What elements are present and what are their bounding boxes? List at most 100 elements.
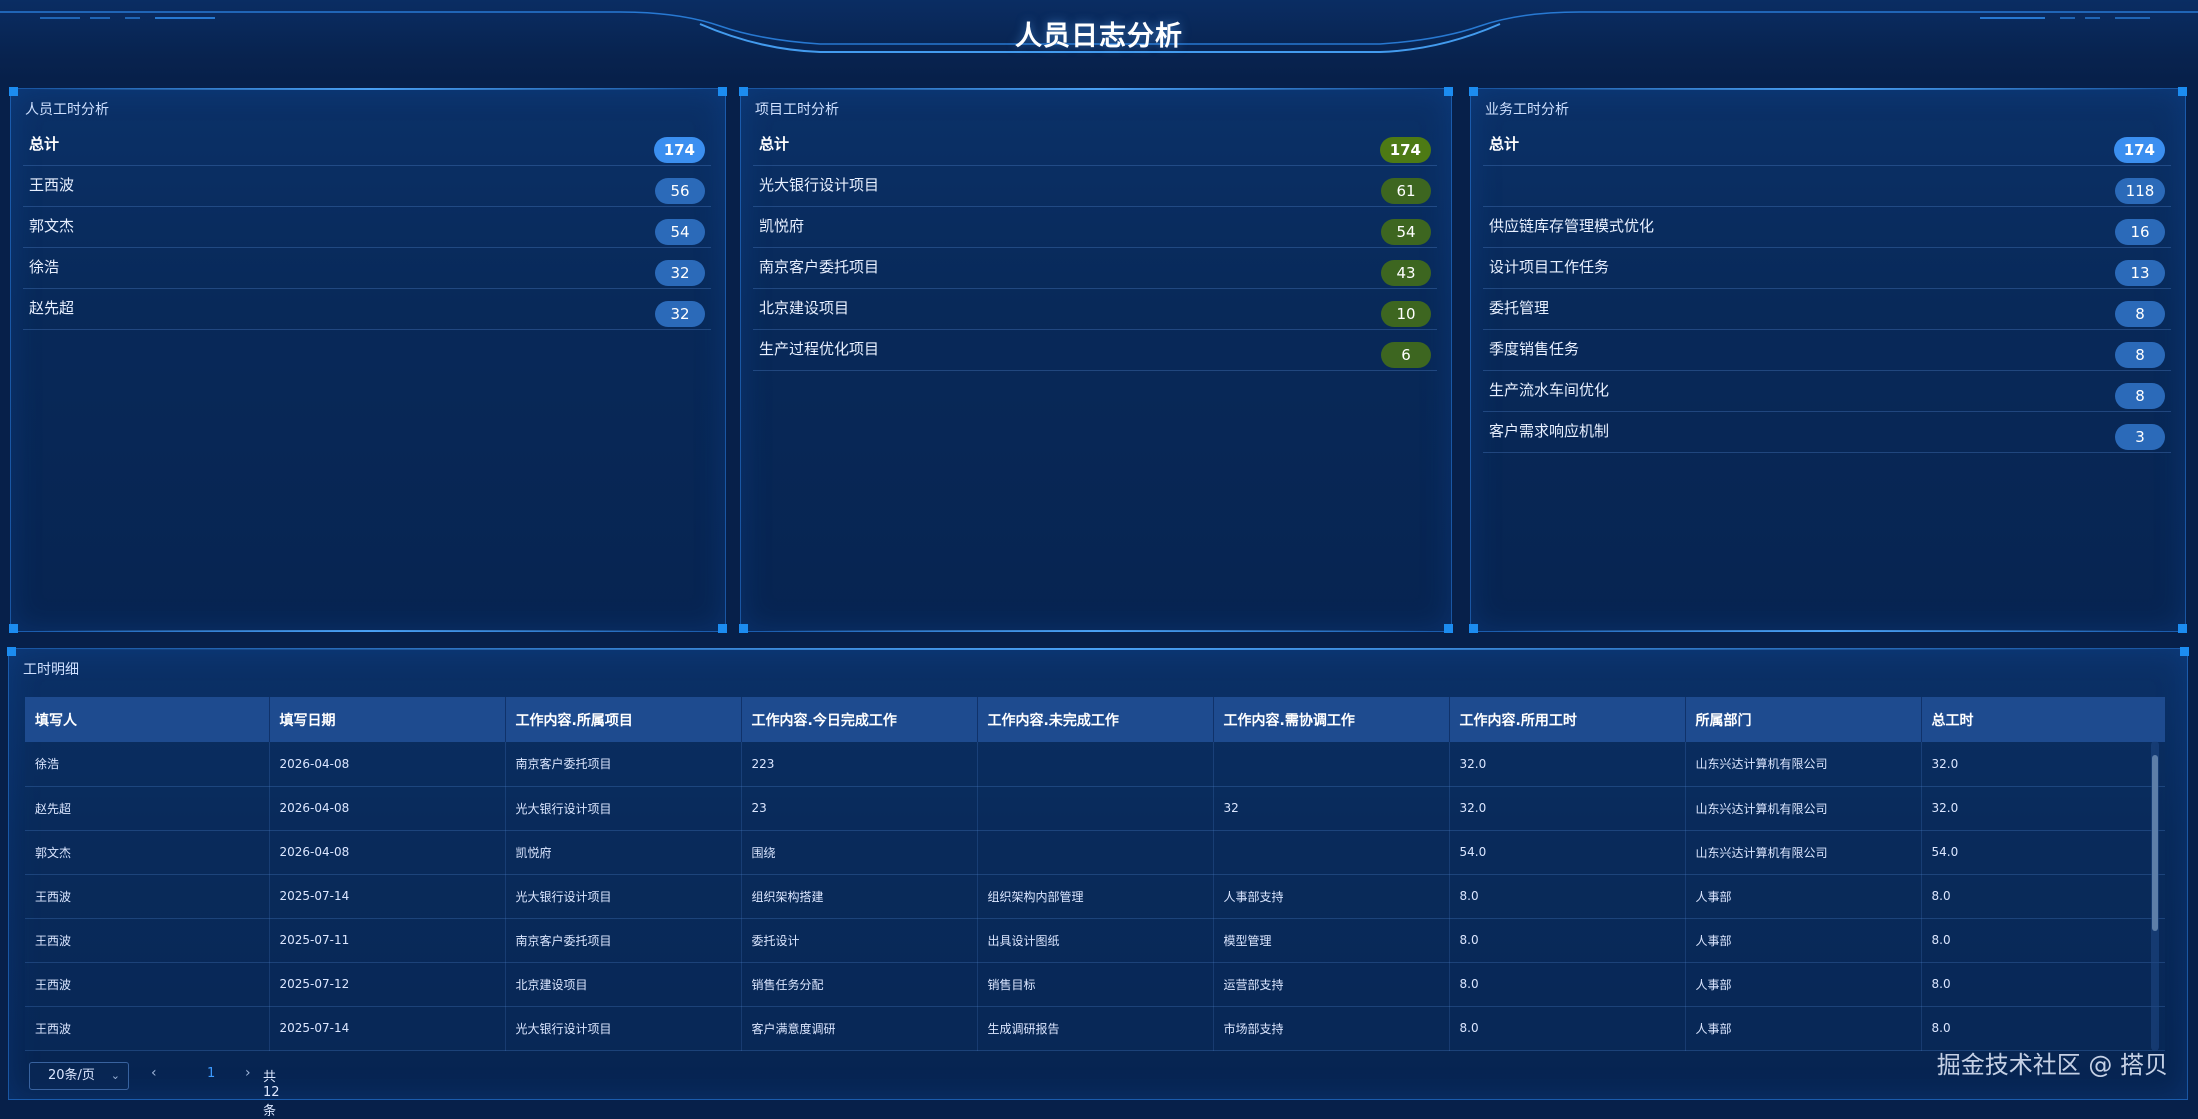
column-header[interactable]: 工作内容.未完成工作: [977, 697, 1213, 742]
table-cell: 光大银行设计项目: [505, 874, 741, 918]
column-header[interactable]: 工作内容.今日完成工作: [741, 697, 977, 742]
page-number-button[interactable]: 1: [207, 1066, 215, 1081]
table-cell: 32.0: [1921, 742, 2165, 786]
panel-glow: [1491, 630, 2165, 632]
table-row[interactable]: 徐浩 2026-04-08 南京客户委托项目 223 32.0 山东兴达计算机有…: [25, 742, 2165, 786]
table-cell: 223: [741, 742, 977, 786]
table-row[interactable]: 王西波 2025-07-14 光大银行设计项目 组织架构搭建 组织架构内部管理 …: [25, 874, 2165, 918]
table-cell: 凯悦府: [505, 830, 741, 874]
table-row[interactable]: 王西波 2025-07-14 光大银行设计项目 客户满意度调研 生成调研报告 市…: [25, 1006, 2165, 1050]
item-label: 郭文杰: [29, 215, 74, 236]
count-badge: 32: [655, 301, 705, 327]
table-cell: 人事部: [1685, 874, 1921, 918]
column-header[interactable]: 所属部门: [1685, 697, 1921, 742]
column-header[interactable]: 工作内容.所属项目: [505, 697, 741, 742]
list-item: 生产流水车间优化 8: [1483, 371, 2171, 412]
table-cell: 生成调研报告: [977, 1006, 1213, 1050]
count-badge: 54: [655, 219, 705, 245]
column-header[interactable]: 填写人: [25, 697, 269, 742]
table-cell: 8.0: [1449, 962, 1685, 1006]
page-header: 人员日志分析: [0, 0, 2198, 80]
table-cell: 出具设计图纸: [977, 918, 1213, 962]
count-badge: 3: [2115, 424, 2165, 450]
table-row[interactable]: 赵先超 2026-04-08 光大银行设计项目 23 32 32.0 山东兴达计…: [25, 786, 2165, 830]
page-size-select[interactable]: 20条/页 ⌄: [29, 1062, 129, 1090]
item-label: 客户需求响应机制: [1489, 420, 1609, 441]
next-page-button[interactable]: ›: [245, 1065, 251, 1081]
list-item: 生产过程优化项目 6: [753, 330, 1437, 371]
table-cell: 8.0: [1921, 918, 2165, 962]
table-cell: 人事部: [1685, 1006, 1921, 1050]
table-row[interactable]: 王西波 2025-07-12 北京建设项目 销售任务分配 销售目标 运营部支持 …: [25, 962, 2165, 1006]
table-cell: [977, 786, 1213, 830]
business-hours-panel: 业务工时分析 总计 174 118 供应链库存管理模式优化 16 设计项目工作任…: [1470, 88, 2186, 632]
corner-decoration: [739, 624, 748, 633]
table-cell: 销售目标: [977, 962, 1213, 1006]
count-badge: 8: [2115, 383, 2165, 409]
item-label: 光大银行设计项目: [759, 174, 879, 195]
item-label: 季度销售任务: [1489, 338, 1579, 359]
list-item: 王西波 56: [23, 166, 711, 207]
table-cell: 市场部支持: [1213, 1006, 1449, 1050]
person-hours-list: 总计 174 王西波 56 郭文杰 54 徐浩 32 赵先超 32: [23, 125, 711, 330]
table-cell: 人事部支持: [1213, 874, 1449, 918]
table-cell: 客户满意度调研: [741, 1006, 977, 1050]
corner-decoration: [9, 624, 18, 633]
corner-decoration: [718, 87, 727, 96]
column-header[interactable]: 填写日期: [269, 697, 505, 742]
list-item: 南京客户委托项目 43: [753, 248, 1437, 289]
project-hours-list: 总计 174 光大银行设计项目 61 凯悦府 54 南京客户委托项目 43 北京…: [753, 125, 1437, 371]
table-cell: 32.0: [1449, 786, 1685, 830]
count-badge: 174: [1380, 137, 1431, 163]
table-cell: [1213, 742, 1449, 786]
table-cell: 2026-04-08: [269, 830, 505, 874]
list-item: 凯悦府 54: [753, 207, 1437, 248]
count-badge: 6: [1381, 342, 1431, 368]
table-cell: 模型管理: [1213, 918, 1449, 962]
page-size-value: 20条/页: [48, 1068, 95, 1083]
table-cell: 王西波: [25, 874, 269, 918]
scrollbar-thumb[interactable]: [2152, 755, 2158, 931]
panel-title: 人员工时分析: [25, 99, 109, 119]
table-cell: 2025-07-14: [269, 874, 505, 918]
list-item: 赵先超 32: [23, 289, 711, 330]
person-hours-panel: 人员工时分析 总计 174 王西波 56 郭文杰 54 徐浩 32 赵先超 32: [10, 88, 726, 632]
count-badge: 13: [2115, 260, 2165, 286]
column-header[interactable]: 总工时: [1921, 697, 2165, 742]
column-header[interactable]: 工作内容.需协调工作: [1213, 697, 1449, 742]
table-cell: 委托设计: [741, 918, 977, 962]
count-badge: 118: [2115, 178, 2165, 204]
table-cell: 销售任务分配: [741, 962, 977, 1006]
table-cell: 8.0: [1921, 874, 2165, 918]
count-badge: 54: [1381, 219, 1431, 245]
table-cell: 山东兴达计算机有限公司: [1685, 786, 1921, 830]
table-cell: 人事部: [1685, 962, 1921, 1006]
table-cell: 23: [741, 786, 977, 830]
item-label: 总计: [1489, 133, 1519, 154]
table-cell: 2026-04-08: [269, 742, 505, 786]
table-cell: 山东兴达计算机有限公司: [1685, 830, 1921, 874]
item-label: 委托管理: [1489, 297, 1549, 318]
table-cell: 王西波: [25, 962, 269, 1006]
table-cell: 2025-07-12: [269, 962, 505, 1006]
table-row[interactable]: 郭文杰 2026-04-08 凯悦府 围绕 54.0 山东兴达计算机有限公司 5…: [25, 830, 2165, 874]
table-cell: 赵先超: [25, 786, 269, 830]
table-cell: 8.0: [1449, 918, 1685, 962]
table-cell: 8.0: [1921, 962, 2165, 1006]
count-badge: 43: [1381, 260, 1431, 286]
item-label: 北京建设项目: [759, 297, 849, 318]
table-row[interactable]: 王西波 2025-07-11 南京客户委托项目 委托设计 出具设计图纸 模型管理…: [25, 918, 2165, 962]
panel-glow: [31, 630, 705, 632]
chevron-down-icon: ⌄: [111, 1063, 120, 1089]
prev-page-button[interactable]: ‹: [151, 1065, 157, 1081]
table-cell: 光大银行设计项目: [505, 1006, 741, 1050]
column-header[interactable]: 工作内容.所用工时: [1449, 697, 1685, 742]
panel-glow: [29, 648, 2167, 650]
list-item: 郭文杰 54: [23, 207, 711, 248]
count-badge: 61: [1381, 178, 1431, 204]
table-scrollbar[interactable]: [2151, 741, 2159, 1051]
panel-title: 项目工时分析: [755, 99, 839, 119]
table-cell: 2025-07-14: [269, 1006, 505, 1050]
table-cell: 山东兴达计算机有限公司: [1685, 742, 1921, 786]
detail-table-container[interactable]: 填写人 填写日期 工作内容.所属项目 工作内容.今日完成工作 工作内容.未完成工…: [25, 697, 2165, 1052]
